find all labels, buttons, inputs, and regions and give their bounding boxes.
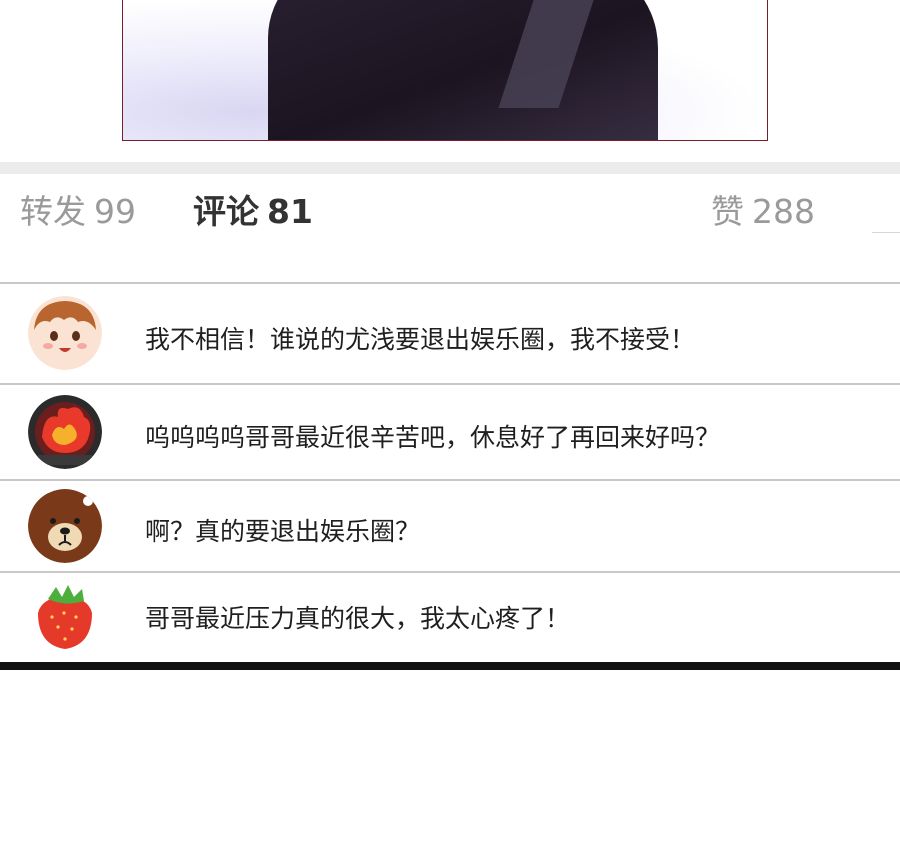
comment-label: 评论 — [193, 192, 259, 231]
section-divider — [0, 162, 900, 174]
like-tab[interactable]: 赞 288 — [711, 192, 815, 232]
boy-avatar[interactable] — [28, 296, 102, 370]
comment-text: 我不相信！谁说的尤浅要退出娱乐圈，我不接受！ — [145, 325, 696, 354]
fire-emblem-avatar[interactable] — [28, 395, 102, 469]
comment-item[interactable]: 啊？真的要退出娱乐圈？ — [0, 479, 900, 571]
dark-figure-illustration — [268, 0, 658, 140]
bear-avatar[interactable] — [28, 489, 102, 563]
strawberry-avatar[interactable] — [28, 579, 102, 653]
comment-text: 哥哥最近压力真的很大，我太心疼了！ — [145, 604, 571, 633]
comment-item[interactable]: 我不相信！谁说的尤浅要退出娱乐圈，我不接受！ — [0, 282, 900, 383]
repost-tab[interactable]: 转发 99 — [20, 192, 136, 232]
comment-text: 呜呜呜呜哥哥最近很辛苦吧，休息好了再回来好吗？ — [145, 423, 721, 452]
comment-count: 81 — [267, 192, 313, 231]
comment-tab[interactable]: 评论 81 — [193, 192, 313, 232]
like-count: 288 — [752, 192, 815, 231]
stats-bar: 转发 99 评论 81 赞 288 — [0, 174, 900, 282]
comment-item[interactable]: 哥哥最近压力真的很大，我太心疼了！ — [0, 571, 900, 661]
repost-label: 转发 — [20, 192, 86, 231]
comment-text: 啊？真的要退出娱乐圈？ — [145, 517, 421, 546]
illustration-panel — [122, 0, 768, 141]
comment-list: 我不相信！谁说的尤浅要退出娱乐圈，我不接受！ 呜呜呜呜哥哥最近很辛苦吧，休息好了… — [0, 282, 900, 661]
repost-count: 99 — [94, 192, 136, 231]
bottom-border — [0, 662, 900, 670]
like-label: 赞 — [711, 192, 744, 231]
comment-item[interactable]: 呜呜呜呜哥哥最近很辛苦吧，休息好了再回来好吗？ — [0, 383, 900, 479]
stats-edge-line — [872, 232, 900, 233]
